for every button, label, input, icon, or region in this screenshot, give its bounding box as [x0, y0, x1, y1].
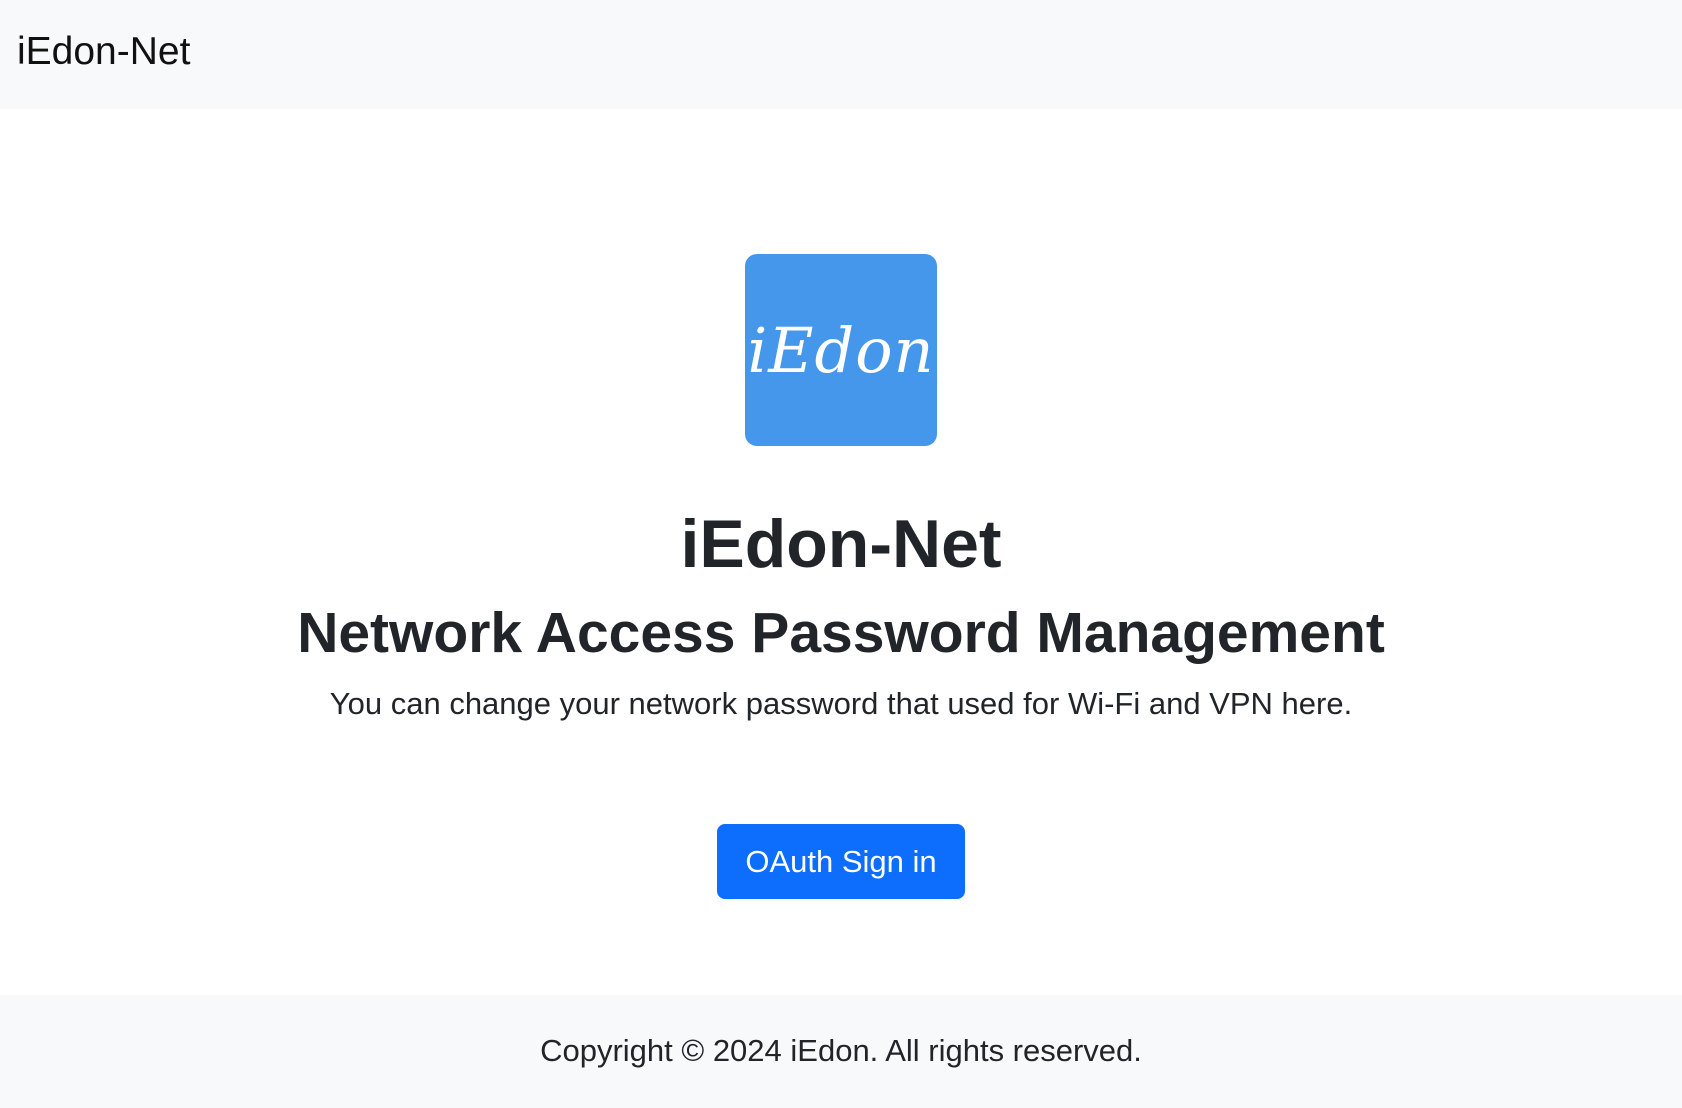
copyright-text: Copyright © 2024 iEdon. All rights reser…: [540, 1033, 1142, 1068]
page-subtitle: Network Access Password Management: [297, 601, 1385, 665]
footer: Copyright © 2024 iEdon. All rights reser…: [0, 995, 1682, 1108]
iedon-logo: iEdon: [745, 254, 937, 446]
logo-text: iEdon: [747, 313, 935, 387]
page-title: iEdon-Net: [680, 506, 1002, 582]
page-description: You can change your network password tha…: [329, 686, 1353, 721]
navbar: iEdon-Net: [0, 0, 1682, 109]
navbar-brand[interactable]: iEdon-Net: [17, 30, 190, 74]
oauth-signin-button[interactable]: OAuth Sign in: [717, 824, 965, 899]
